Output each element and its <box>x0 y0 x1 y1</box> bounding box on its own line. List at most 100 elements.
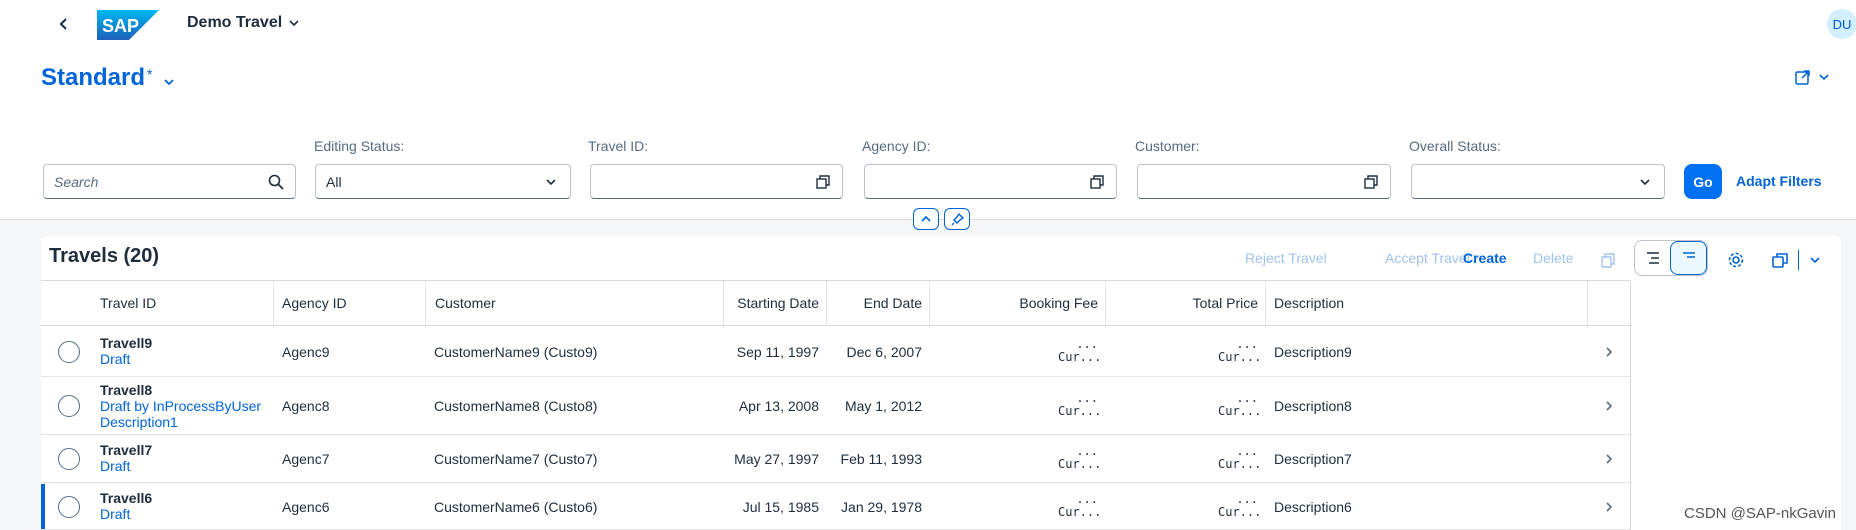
column-description[interactable]: Description <box>1266 281 1588 325</box>
column-total-price[interactable]: Total Price <box>1106 281 1266 325</box>
delete-button[interactable]: Delete <box>1533 250 1573 266</box>
chevron-down-icon <box>542 173 560 191</box>
agency-cell: Agenc6 <box>282 499 330 515</box>
column-travel-id[interactable]: Travel ID <box>41 281 274 325</box>
cozy-view-button[interactable] <box>1670 241 1707 275</box>
chevron-up-icon <box>921 215 931 222</box>
travel-id-label: Travel ID: <box>588 138 649 154</box>
copy-button[interactable] <box>1592 244 1624 276</box>
customer-cell: CustomerName9 (Custo9) <box>434 344 598 360</box>
edit-status[interactable]: Draft <box>100 458 152 474</box>
export-menu-button[interactable] <box>1800 244 1830 276</box>
search-icon[interactable] <box>267 173 285 191</box>
pin-header-button[interactable] <box>944 208 970 230</box>
chevron-down-icon <box>289 20 299 27</box>
edit-status-line2[interactable]: Description1 <box>100 414 261 430</box>
svg-text:SAP: SAP <box>102 16 139 36</box>
settings-button[interactable] <box>1720 244 1752 276</box>
edit-status[interactable]: Draft <box>100 351 152 367</box>
end-date-cell: May 1, 2012 <box>844 398 922 414</box>
variant-selector[interactable]: Standard * <box>41 64 176 92</box>
sap-logo: SAP <box>97 10 159 40</box>
start-date-cell: Jul 15, 1985 <box>742 499 819 515</box>
chevron-down-icon <box>1819 74 1829 81</box>
travel-id: Travell8 <box>100 382 153 398</box>
agency-cell: Agenc8 <box>282 398 330 414</box>
search-input[interactable]: Search <box>43 164 296 199</box>
column-end-date[interactable]: End Date <box>827 281 930 325</box>
customer-input[interactable] <box>1137 164 1391 199</box>
travel-id: Travell7 <box>100 442 153 458</box>
customer-cell: CustomerName8 (Custo8) <box>434 398 598 414</box>
customer-label: Customer: <box>1135 138 1200 154</box>
table-row[interactable]: Travell6 Draft Agenc6 CustomerName6 (Cus… <box>41 484 1630 530</box>
travel-id-cell: Travell7 Draft <box>100 442 152 474</box>
agency-cell: Agenc9 <box>282 344 330 360</box>
agency-id-label: Agency ID: <box>862 138 931 154</box>
chevron-right-icon[interactable] <box>1601 398 1617 414</box>
editing-status-select[interactable]: All <box>315 164 571 199</box>
editing-status-value: All <box>326 173 342 190</box>
travel-id-cell: Travell6 Draft <box>100 490 152 522</box>
condensed-view-button[interactable] <box>1635 241 1670 275</box>
gear-icon <box>1728 252 1744 268</box>
column-agency-id[interactable]: Agency ID <box>274 281 426 325</box>
adapt-filters-button[interactable]: Adapt Filters <box>1736 173 1822 189</box>
description-cell: Description6 <box>1274 499 1352 515</box>
total-price-cell: ... Cur... <box>1218 444 1262 471</box>
description-cell: Description9 <box>1274 344 1352 360</box>
toolbar-separator <box>1798 250 1799 270</box>
accept-travel-button[interactable]: Accept Travel <box>1385 250 1470 266</box>
search-placeholder: Search <box>54 173 99 190</box>
table-header: Travel ID Agency ID Customer Starting Da… <box>41 280 1630 326</box>
agency-cell: Agenc7 <box>282 451 330 467</box>
booking-fee-cell: ... Cur... <box>1058 391 1102 418</box>
collapse-header-button[interactable] <box>913 208 939 230</box>
edit-status[interactable]: Draft <box>100 506 152 522</box>
align-right-icon <box>1646 252 1659 264</box>
travel-id-input[interactable] <box>590 164 843 199</box>
watermark: CSDN @SAP-nkGavin <box>1684 505 1836 522</box>
value-help-icon[interactable] <box>1362 173 1380 191</box>
row-select-radio[interactable] <box>58 448 80 470</box>
description-cell: Description8 <box>1274 398 1352 414</box>
agency-id-input[interactable] <box>864 164 1117 199</box>
chevron-down-icon <box>164 79 175 86</box>
table-row[interactable]: Travell7 Draft Agenc7 CustomerName7 (Cus… <box>41 436 1630 483</box>
back-arrow-icon[interactable] <box>54 14 74 34</box>
pin-icon <box>951 212 964 225</box>
column-booking-fee[interactable]: Booking Fee <box>930 281 1106 325</box>
go-button[interactable]: Go <box>1684 164 1722 199</box>
editing-status-label: Editing Status: <box>314 138 405 154</box>
export-button[interactable] <box>1764 244 1796 276</box>
customer-cell: CustomerName7 (Custo7) <box>434 451 598 467</box>
table-right-border <box>1630 280 1631 530</box>
chevron-down-icon <box>1636 173 1654 191</box>
row-select-radio[interactable] <box>58 496 80 518</box>
share-menu-button[interactable] <box>1794 68 1830 86</box>
chevron-right-icon[interactable] <box>1601 451 1617 467</box>
variant-name: Standard <box>41 64 146 91</box>
table-row[interactable]: Travell9 Draft Agenc9 CustomerName9 (Cus… <box>41 327 1630 377</box>
overall-status-select[interactable] <box>1411 164 1665 199</box>
align-top-icon <box>1682 252 1695 258</box>
app-title-menu[interactable]: Demo Travel <box>187 14 300 32</box>
reject-travel-button[interactable]: Reject Travel <box>1245 250 1327 266</box>
column-starting-date[interactable]: Starting Date <box>724 281 827 325</box>
overall-status-label: Overall Status: <box>1409 138 1501 154</box>
table-row[interactable]: Travell8 Draft by InProcessByUser Descri… <box>41 378 1630 435</box>
value-help-icon[interactable] <box>814 173 832 191</box>
create-button[interactable]: Create <box>1463 250 1507 266</box>
row-select-radio[interactable] <box>58 341 80 363</box>
chevron-right-icon[interactable] <box>1601 344 1617 360</box>
chevron-down-icon <box>1810 257 1820 264</box>
avatar[interactable]: DU <box>1827 9 1856 39</box>
column-customer[interactable]: Customer <box>426 281 724 325</box>
travel-id-cell: Travell9 Draft <box>100 335 152 367</box>
value-help-icon[interactable] <box>1088 173 1106 191</box>
booking-fee-cell: ... Cur... <box>1058 337 1102 364</box>
edit-status[interactable]: Draft by InProcessByUser <box>100 398 261 414</box>
chevron-right-icon[interactable] <box>1601 499 1617 515</box>
row-select-radio[interactable] <box>58 395 80 417</box>
travel-id: Travell9 <box>100 335 153 351</box>
